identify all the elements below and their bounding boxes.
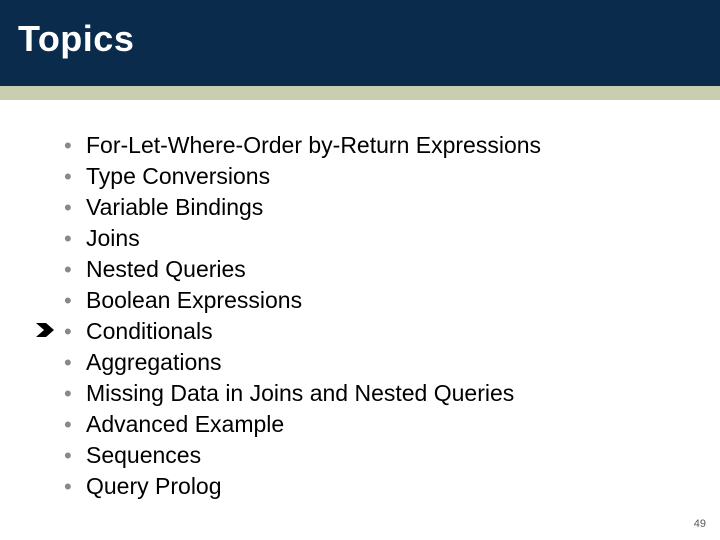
list-item-label: Type Conversions <box>86 161 270 191</box>
list-item: •Type Conversions <box>64 161 664 192</box>
slide: Topics •For-Let-Where-Order by-Return Ex… <box>0 0 720 540</box>
accent-band <box>0 86 720 100</box>
list-item-label: Sequences <box>86 440 201 470</box>
list-item: •Boolean Expressions <box>64 285 664 316</box>
bullet-icon: • <box>64 472 86 502</box>
slide-title: Topics <box>18 18 134 60</box>
list-item: •Conditionals <box>64 316 664 347</box>
current-topic-marker-icon <box>36 320 54 338</box>
topics-list: •For-Let-Where-Order by-Return Expressio… <box>64 130 664 502</box>
list-item-label: Boolean Expressions <box>86 285 302 315</box>
bullet-icon: • <box>64 131 86 161</box>
list-item-label: Advanced Example <box>86 409 284 439</box>
bullet-icon: • <box>64 348 86 378</box>
list-item-label: Query Prolog <box>86 471 222 501</box>
list-item-label: Variable Bindings <box>86 192 263 222</box>
list-item: •Sequences <box>64 440 664 471</box>
bullet-icon: • <box>64 255 86 285</box>
list-item-label: Aggregations <box>86 347 222 377</box>
list-item: •Aggregations <box>64 347 664 378</box>
list-item: •Nested Queries <box>64 254 664 285</box>
bullet-icon: • <box>64 193 86 223</box>
bullet-icon: • <box>64 441 86 471</box>
list-item: •Missing Data in Joins and Nested Querie… <box>64 378 664 409</box>
page-number: 49 <box>694 518 706 530</box>
list-item-label: Missing Data in Joins and Nested Queries <box>86 378 514 408</box>
list-item: •Variable Bindings <box>64 192 664 223</box>
bullet-icon: • <box>64 379 86 409</box>
bullet-icon: • <box>64 286 86 316</box>
list-item: •Joins <box>64 223 664 254</box>
list-item: •Query Prolog <box>64 471 664 502</box>
list-item-label: Conditionals <box>86 316 213 346</box>
bullet-icon: • <box>64 317 86 347</box>
bullet-icon: • <box>64 162 86 192</box>
list-item: •Advanced Example <box>64 409 664 440</box>
list-item-label: Joins <box>86 223 140 253</box>
bullet-icon: • <box>64 410 86 440</box>
list-item-label: Nested Queries <box>86 254 246 284</box>
list-item: •For-Let-Where-Order by-Return Expressio… <box>64 130 664 161</box>
list-item-label: For-Let-Where-Order by-Return Expression… <box>86 130 541 160</box>
bullet-icon: • <box>64 224 86 254</box>
